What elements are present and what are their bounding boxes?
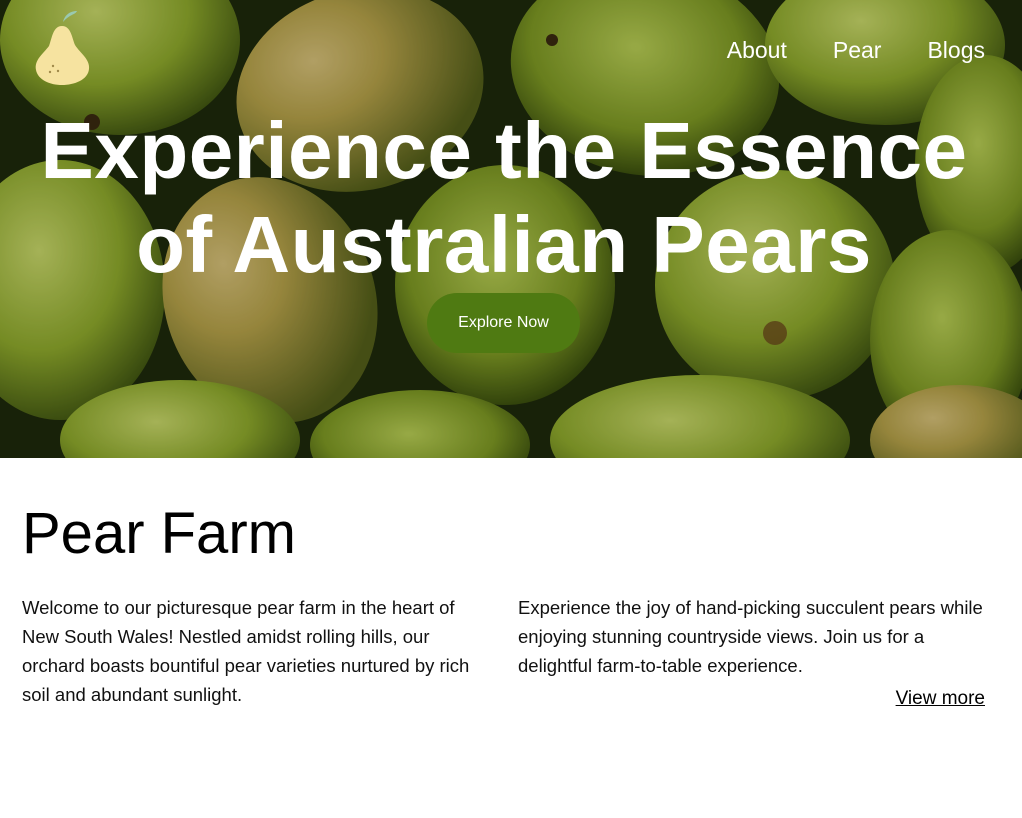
nav-item-about[interactable]: About (727, 37, 787, 64)
view-more-link[interactable]: View more (896, 688, 985, 710)
nav-item-pear[interactable]: Pear (833, 37, 882, 64)
hero-section: About Pear Blogs Experience the Essence … (0, 0, 1022, 458)
hero-headline-line1: Experience the Essence (40, 106, 968, 195)
explore-now-button[interactable]: Explore Now (427, 293, 580, 353)
pear-logo-icon[interactable] (33, 8, 91, 86)
nav-item-blogs[interactable]: Blogs (927, 37, 985, 64)
section-title: Pear Farm (22, 501, 296, 566)
hero-headline: Experience the Essence of Australian Pea… (0, 104, 1008, 292)
hero-headline-line2: of Australian Pears (136, 200, 872, 289)
main-nav: About Pear Blogs (727, 37, 985, 64)
farm-paragraph-left: Welcome to our picturesque pear farm in … (22, 597, 470, 705)
pear-farm-section: Pear Farm Welcome to our picturesque pea… (22, 458, 986, 710)
farm-columns: Welcome to our picturesque pear farm in … (22, 593, 986, 709)
